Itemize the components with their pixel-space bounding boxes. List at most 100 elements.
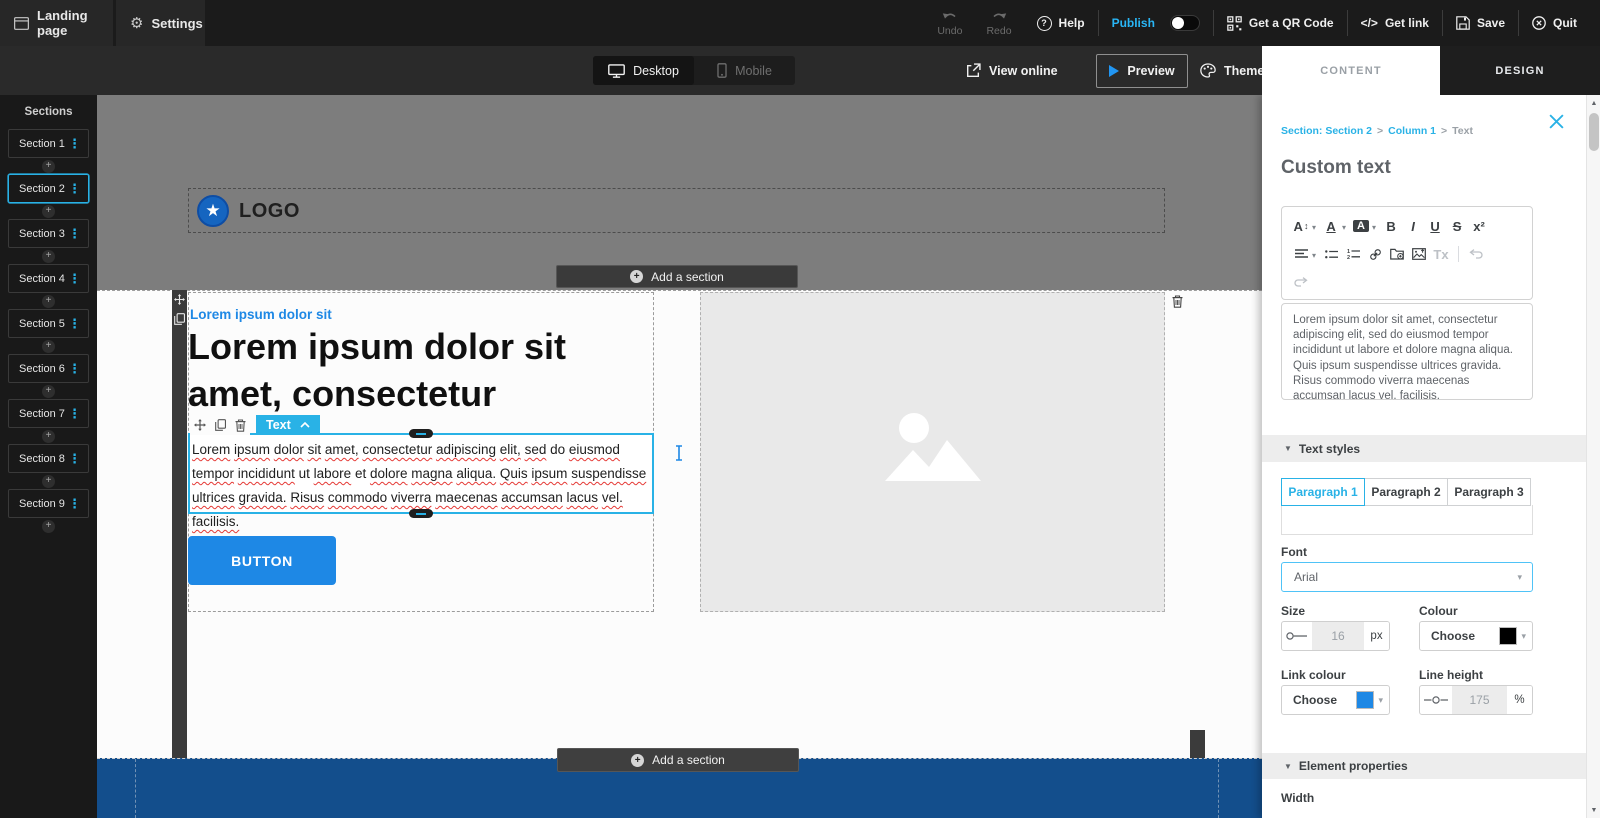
insert-section-plus-button[interactable]: + <box>42 205 55 218</box>
sidebar-item-section-7[interactable]: Section 7⋮ <box>8 399 89 428</box>
mobile-toggle[interactable]: Mobile <box>694 56 795 85</box>
tab-design[interactable]: DESIGN <box>1440 46 1600 95</box>
section-menu-kebab-icon[interactable]: ⋮ <box>68 317 88 330</box>
hero-eyebrow-text[interactable]: Lorem ipsum dolor sit <box>190 307 332 322</box>
panel-scrollbar[interactable]: ▲ ▼ <box>1586 95 1600 818</box>
scroll-down-button[interactable]: ▼ <box>1587 802 1600 818</box>
sidebar-item-section-9[interactable]: Section 9⋮ <box>8 489 89 518</box>
superscript-icon[interactable]: x² <box>1468 215 1490 237</box>
quit-button[interactable]: Quit <box>1519 16 1590 30</box>
section-menu-kebab-icon[interactable]: ⋮ <box>68 182 88 195</box>
insert-section-plus-button[interactable]: + <box>42 430 55 443</box>
insert-section-plus-button[interactable]: + <box>42 295 55 308</box>
font-size-icon[interactable]: A↕ <box>1290 215 1312 237</box>
publish-toggle[interactable] <box>1170 15 1200 31</box>
scroll-up-button[interactable]: ▲ <box>1587 95 1600 111</box>
section-menu-kebab-icon[interactable]: ⋮ <box>68 407 88 420</box>
editor-undo-icon[interactable] <box>1465 243 1487 265</box>
tab-paragraph-2[interactable]: Paragraph 2 <box>1364 478 1448 506</box>
section-menu-kebab-icon[interactable]: ⋮ <box>68 272 88 285</box>
element-type-chip[interactable]: Text <box>256 415 320 435</box>
chevron-down-icon[interactable]: ▾ <box>1312 251 1316 260</box>
section-menu-kebab-icon[interactable]: ⋮ <box>68 227 88 240</box>
insert-section-plus-button[interactable]: + <box>42 340 55 353</box>
desktop-toggle[interactable]: Desktop <box>593 56 694 85</box>
sidebar-item-section-8[interactable]: Section 8⋮ <box>8 444 89 473</box>
align-icon[interactable] <box>1290 243 1312 265</box>
underline-icon[interactable]: U <box>1424 215 1446 237</box>
chevron-down-icon[interactable]: ▾ <box>1342 223 1346 232</box>
size-input[interactable]: 16 <box>1312 622 1364 650</box>
save-button[interactable]: Save <box>1443 16 1518 30</box>
section-menu-kebab-icon[interactable]: ⋮ <box>68 362 88 375</box>
numbered-list-icon[interactable]: 12 <box>1342 243 1364 265</box>
preview-button[interactable]: Preview <box>1096 54 1188 88</box>
bullet-list-icon[interactable] <box>1320 243 1342 265</box>
colour-picker-button[interactable]: Choose ▾ <box>1419 621 1533 651</box>
sidebar-item-section-1[interactable]: Section 1⋮ <box>8 129 89 158</box>
get-link-button[interactable]: </> Get link <box>1348 16 1442 30</box>
section-drag-handle[interactable] <box>172 290 187 758</box>
editor-redo-icon[interactable] <box>1290 271 1312 293</box>
breadcrumb-section-link[interactable]: Section: Section 2 <box>1281 125 1372 137</box>
sidebar-item-section-3[interactable]: Section 3⋮ <box>8 219 89 248</box>
insert-section-plus-button[interactable]: + <box>42 385 55 398</box>
link-colour-picker-button[interactable]: Choose ▾ <box>1281 685 1390 715</box>
text-styles-header[interactable]: ▼ Text styles <box>1262 435 1586 462</box>
breadcrumb-column-link[interactable]: Column 1 <box>1388 125 1436 137</box>
line-height-input[interactable]: 175 <box>1452 686 1507 714</box>
editor-text-area[interactable]: Lorem ipsum dolor sit amet, consectetur … <box>1281 303 1533 400</box>
tab-content[interactable]: CONTENT <box>1262 46 1440 95</box>
strikethrough-icon[interactable]: S <box>1446 215 1468 237</box>
highlight-color-icon[interactable]: A <box>1350 215 1372 237</box>
tab-settings[interactable]: ⚙ Settings <box>116 0 205 46</box>
sidebar-item-section-5[interactable]: Section 5⋮ <box>8 309 89 338</box>
tab-landing-page[interactable]: Landing page <box>0 0 113 46</box>
tab-paragraph-3[interactable]: Paragraph 3 <box>1447 478 1531 506</box>
insert-section-plus-button[interactable]: + <box>42 160 55 173</box>
hero-paragraph[interactable]: Lorem ipsum dolor sit amet, consectetur … <box>190 435 652 534</box>
sidebar-item-section-2[interactable]: Section 2⋮ <box>8 174 89 203</box>
sidebar-item-section-6[interactable]: Section 6⋮ <box>8 354 89 383</box>
selected-text-element[interactable]: Lorem ipsum dolor sit amet, consectetur … <box>188 433 654 514</box>
section-menu-kebab-icon[interactable]: ⋮ <box>68 497 88 510</box>
column-resize-handle[interactable] <box>1190 730 1205 758</box>
resize-handle-top[interactable] <box>409 429 433 438</box>
insert-image-icon[interactable] <box>1408 243 1430 265</box>
resize-handle-bottom[interactable] <box>409 509 433 518</box>
italic-icon[interactable]: I <box>1402 215 1424 237</box>
chevron-down-icon[interactable]: ▾ <box>1372 223 1376 232</box>
clear-format-icon[interactable]: Tx <box>1430 243 1452 265</box>
get-qr-code-button[interactable]: Get a QR Code <box>1214 16 1347 31</box>
undo-button[interactable]: Undo <box>925 10 974 37</box>
hero-heading[interactable]: Lorem ipsum dolor sit amet, consectetur <box>188 323 668 417</box>
sidebar-item-section-4[interactable]: Section 4⋮ <box>8 264 89 293</box>
chevron-down-icon[interactable]: ▾ <box>1312 223 1316 232</box>
insert-file-icon[interactable] <box>1386 243 1408 265</box>
redo-button[interactable]: Redo <box>974 10 1023 37</box>
add-section-button-top[interactable]: + Add a section <box>556 265 798 288</box>
scrollbar-thumb[interactable] <box>1589 113 1599 151</box>
logo-block[interactable]: ★ LOGO <box>188 188 1165 233</box>
section-menu-kebab-icon[interactable]: ⋮ <box>68 452 88 465</box>
insert-section-plus-button[interactable]: + <box>42 475 55 488</box>
duplicate-icon[interactable] <box>174 313 185 325</box>
link-icon[interactable] <box>1364 243 1386 265</box>
image-placeholder[interactable] <box>700 292 1165 612</box>
bold-icon[interactable]: B <box>1380 215 1402 237</box>
duplicate-element-button[interactable] <box>210 415 230 435</box>
font-dropdown[interactable]: Arial ▾ <box>1281 562 1533 592</box>
add-section-button-bottom[interactable]: + Add a section <box>557 748 799 772</box>
tab-paragraph-1[interactable]: Paragraph 1 <box>1281 478 1365 506</box>
close-panel-button[interactable] <box>1548 113 1565 130</box>
element-properties-header[interactable]: ▼ Element properties <box>1262 753 1586 779</box>
move-element-button[interactable] <box>190 415 210 435</box>
delete-section-button[interactable] <box>1169 293 1186 310</box>
help-button[interactable]: ? Help <box>1024 16 1098 31</box>
slider-icon[interactable] <box>1282 622 1312 650</box>
slider-icon[interactable] <box>1420 686 1452 714</box>
hero-cta-button[interactable]: BUTTON <box>188 536 336 585</box>
insert-section-plus-button[interactable]: + <box>42 520 55 533</box>
section-menu-kebab-icon[interactable]: ⋮ <box>68 137 88 150</box>
view-online-button[interactable]: View online <box>966 46 1058 95</box>
